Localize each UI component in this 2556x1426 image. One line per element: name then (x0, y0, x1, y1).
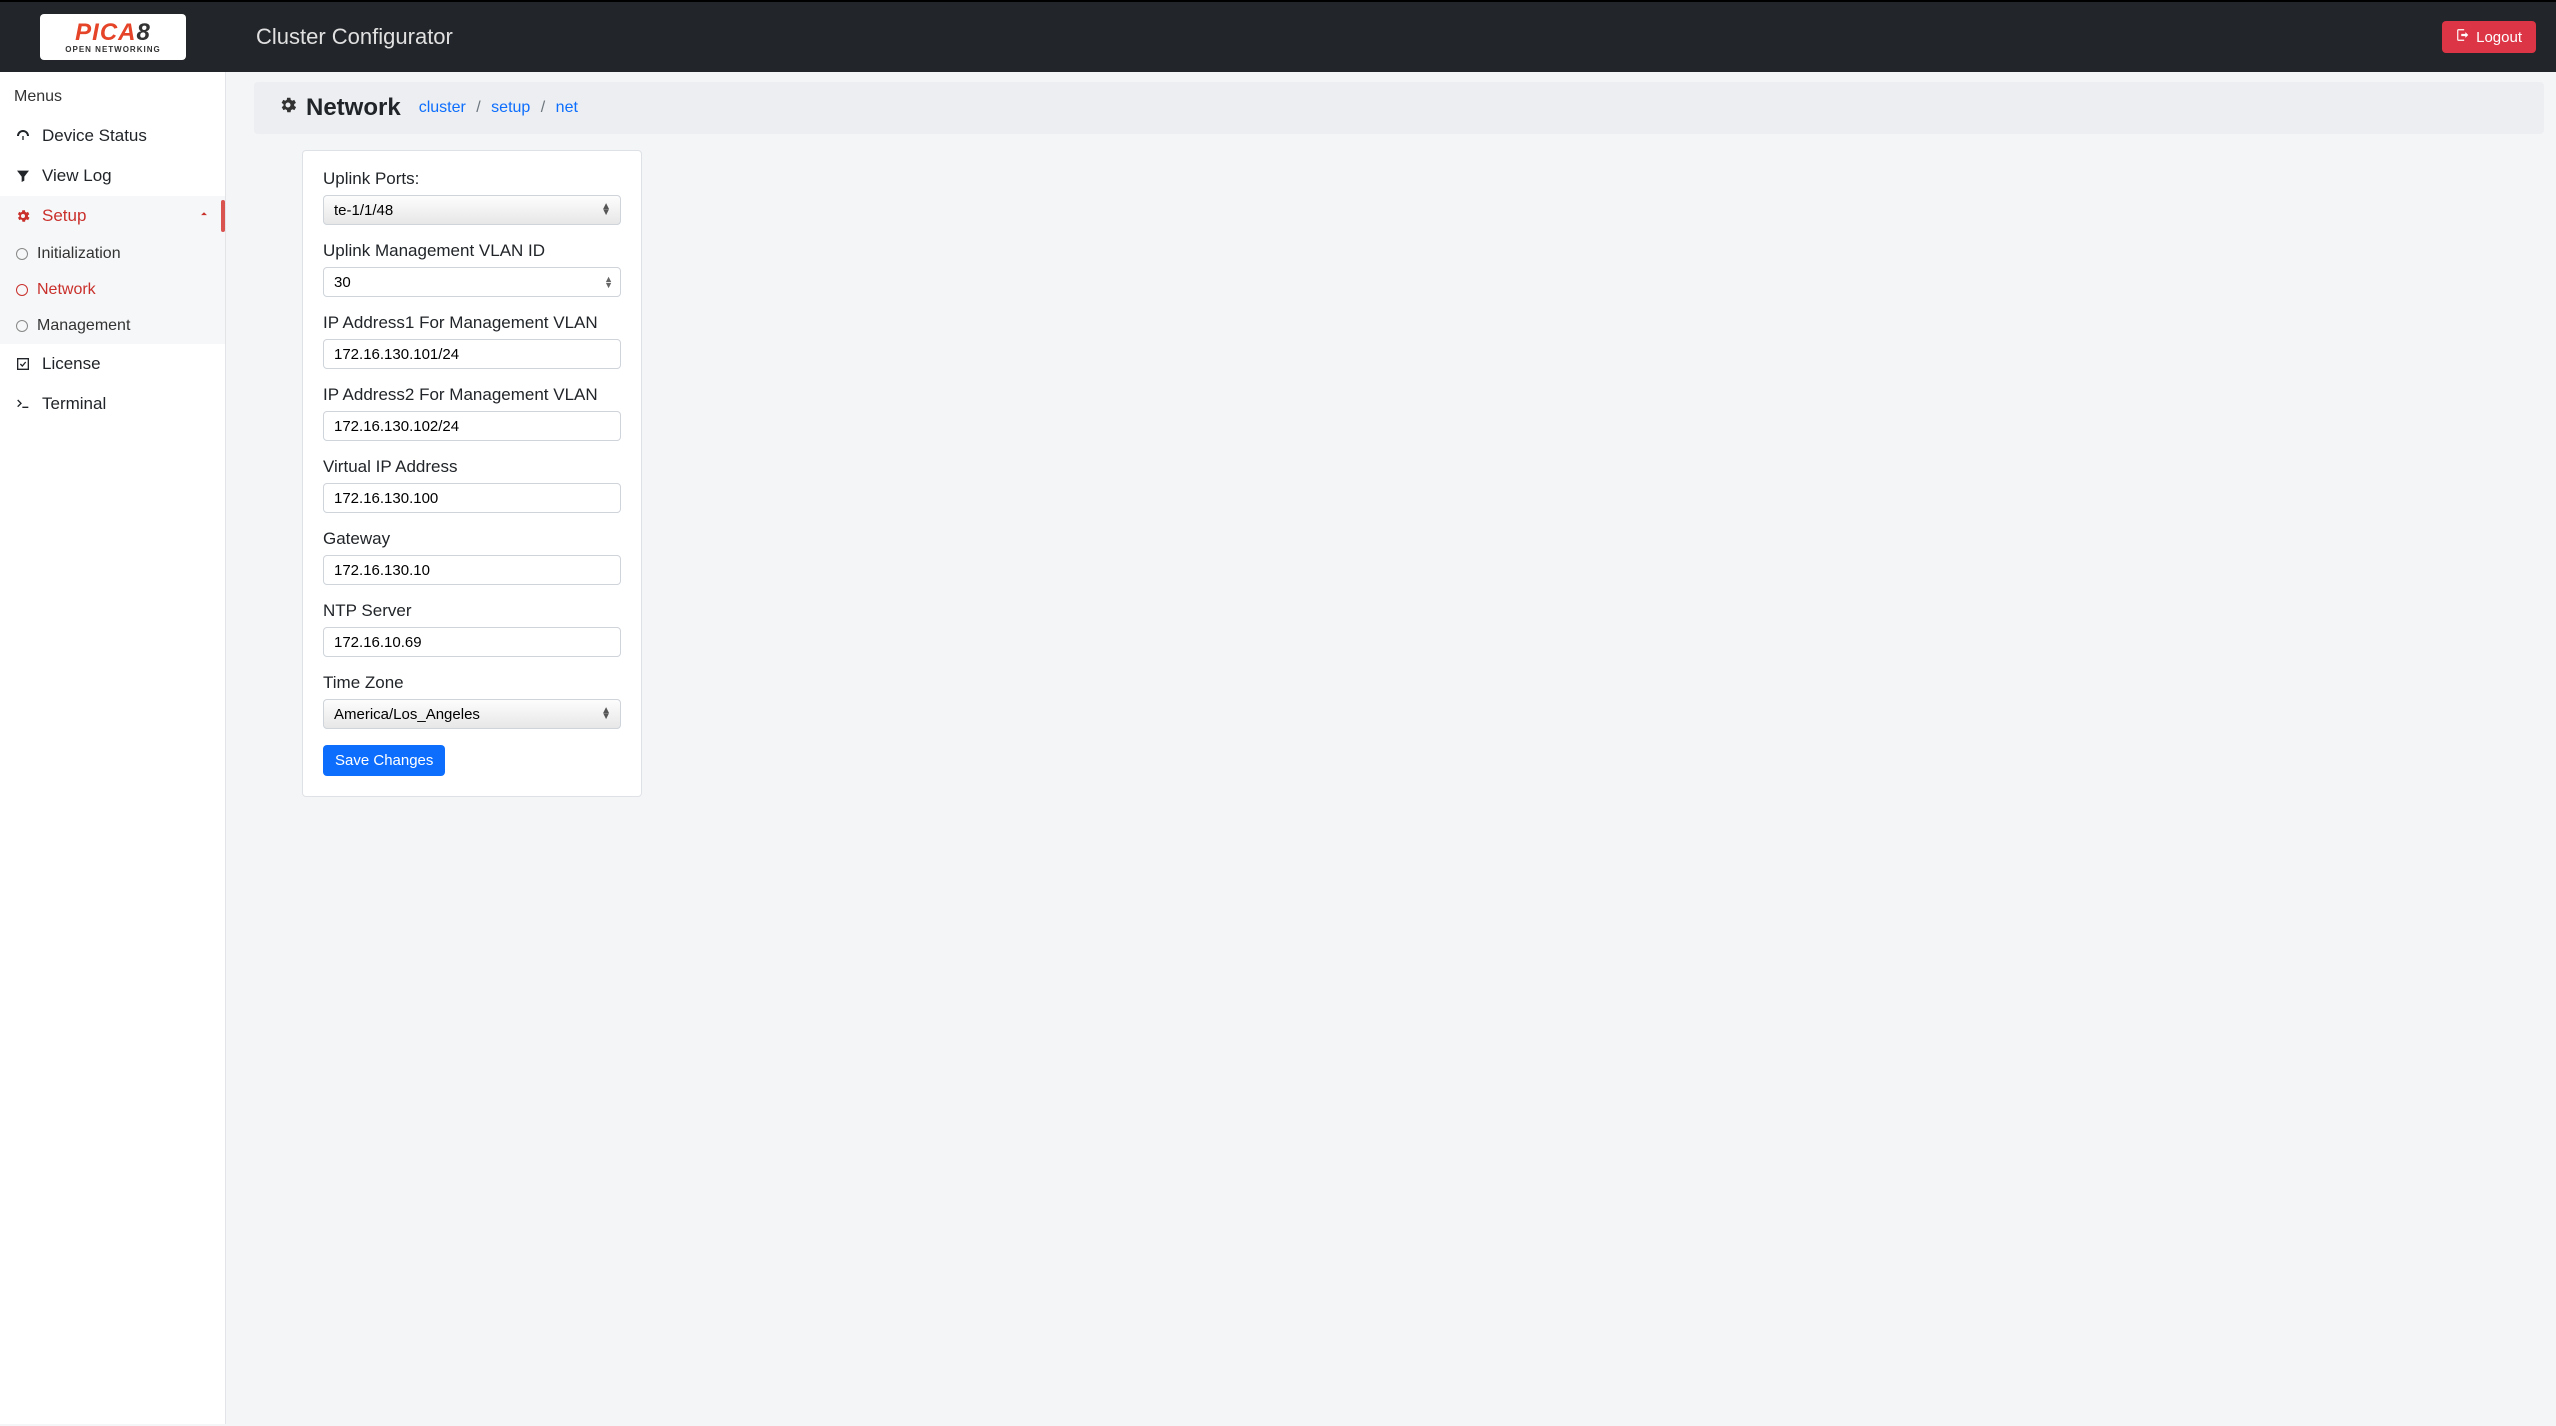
page-title-text: Network (306, 94, 401, 122)
filter-icon (14, 168, 32, 184)
circle-icon (16, 320, 28, 332)
sidebar-item-device-status[interactable]: Device Status (0, 116, 225, 156)
sidebar-item-initialization[interactable]: Initialization (0, 236, 225, 272)
vlan-id-input[interactable] (323, 267, 621, 297)
page-title: Network (278, 94, 401, 122)
network-form-card: Uplink Ports: te-1/1/48 ▲▼ Uplink Manage… (302, 150, 642, 797)
ip1-input[interactable] (323, 339, 621, 369)
vip-input[interactable] (323, 483, 621, 513)
breadcrumb-cluster[interactable]: cluster (419, 99, 466, 116)
circle-icon (16, 248, 28, 260)
logout-icon (2456, 28, 2470, 46)
ntp-input[interactable] (323, 627, 621, 657)
sidebar-item-network[interactable]: Network (0, 272, 225, 308)
breadcrumb: cluster / setup / net (419, 99, 578, 117)
sidebar: Menus Device Status View Log Setup Ini (0, 72, 226, 1424)
breadcrumb-net[interactable]: net (556, 99, 578, 116)
sidebar-item-label: Initialization (37, 245, 121, 263)
page-header: Network cluster / setup / net (254, 82, 2544, 134)
timezone-label: Time Zone (323, 673, 621, 693)
sidebar-item-terminal[interactable]: Terminal (0, 384, 225, 424)
breadcrumb-separator: / (470, 99, 486, 116)
breadcrumb-setup[interactable]: setup (491, 99, 530, 116)
sidebar-item-label: License (42, 354, 101, 374)
ip2-label: IP Address2 For Management VLAN (323, 385, 621, 405)
sidebar-item-label: Device Status (42, 126, 147, 146)
sidebar-item-license[interactable]: License (0, 344, 225, 384)
uplink-ports-select[interactable]: te-1/1/48 (323, 195, 621, 225)
navbar: PICA8 OPEN NETWORKING Cluster Configurat… (0, 0, 2556, 72)
sidebar-item-label: Terminal (42, 394, 106, 414)
sidebar-item-label: Management (37, 317, 130, 335)
gateway-label: Gateway (323, 529, 621, 549)
main-content: Network cluster / setup / net Uplink Por… (226, 72, 2556, 1424)
circle-icon (16, 284, 28, 296)
vlan-id-label: Uplink Management VLAN ID (323, 241, 621, 261)
save-changes-button[interactable]: Save Changes (323, 745, 445, 776)
gear-icon (278, 94, 298, 122)
ntp-label: NTP Server (323, 601, 621, 621)
breadcrumb-separator: / (535, 99, 551, 116)
logo: PICA8 OPEN NETWORKING (40, 14, 186, 60)
vip-label: Virtual IP Address (323, 457, 621, 477)
sidebar-heading: Menus (0, 80, 225, 116)
app-title: Cluster Configurator (256, 24, 453, 50)
sidebar-item-label: Setup (42, 206, 86, 226)
sidebar-item-management[interactable]: Management (0, 308, 225, 344)
uplink-ports-label: Uplink Ports: (323, 169, 621, 189)
logout-label: Logout (2476, 29, 2522, 46)
ip1-label: IP Address1 For Management VLAN (323, 313, 621, 333)
chevron-up-icon (197, 206, 211, 226)
sidebar-item-setup[interactable]: Setup (0, 196, 225, 236)
terminal-icon (14, 396, 32, 412)
sidebar-item-label: Network (37, 281, 96, 299)
gear-icon (14, 208, 32, 224)
gateway-input[interactable] (323, 555, 621, 585)
sidebar-item-view-log[interactable]: View Log (0, 156, 225, 196)
logout-button[interactable]: Logout (2442, 21, 2536, 53)
ip2-input[interactable] (323, 411, 621, 441)
dashboard-icon (14, 128, 32, 144)
check-square-icon (14, 356, 32, 372)
sidebar-item-label: View Log (42, 166, 112, 186)
timezone-select[interactable]: America/Los_Angeles (323, 699, 621, 729)
